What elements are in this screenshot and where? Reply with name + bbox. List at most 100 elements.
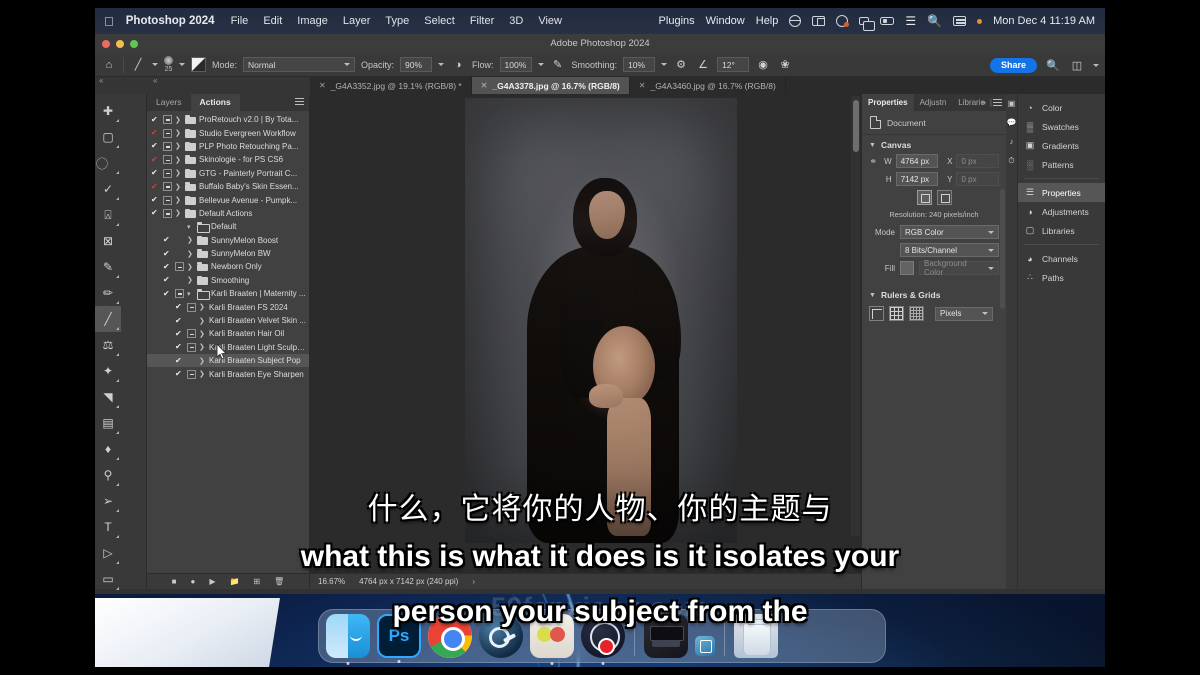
brush-tool[interactable]: ╱ [95,306,121,332]
close-icon[interactable]: ✕ [319,81,326,90]
chevron-right-icon[interactable]: ❯ [175,142,182,150]
screen-share-icon[interactable] [812,16,826,26]
menu-type[interactable]: Type [385,15,409,27]
menu-select[interactable]: Select [424,15,455,27]
collapse-actions-icon[interactable]: « [153,76,157,85]
smoothing-chevron-down-icon[interactable] [661,63,668,66]
action-dialog-toggle-icon[interactable] [163,155,172,165]
action-row[interactable]: ✔ ❯ PLP Photo Retouching Pa... [147,140,309,153]
action-enabled-checkmark-icon[interactable]: ✔ [151,182,160,191]
action-row[interactable]: ▾ Default [147,220,309,234]
action-enabled-checkmark-icon[interactable]: ✔ [163,289,172,298]
control-center-icon[interactable] [953,16,967,26]
action-dialog-toggle-icon[interactable] [187,356,196,365]
action-row[interactable]: ✔ ❯ SunnyMelon BW [147,247,309,260]
symmetry-butterfly-icon[interactable]: ❀ [777,57,793,73]
new-action-icon[interactable]: ⊞ [253,577,260,586]
lasso-tool[interactable]: ⃝ [95,150,121,176]
search-icon[interactable]: 🔍 [1045,57,1061,73]
landscape-orientation-icon[interactable] [936,190,952,205]
tab-adjustments[interactable]: Adjustn [914,94,953,111]
rulers-icon[interactable] [869,306,884,321]
delete-icon[interactable]: 🗑 [274,577,284,586]
home-icon[interactable]: ⌂ [101,57,117,73]
pressure-opacity-icon[interactable]: ◑ [450,57,466,73]
zoom-button[interactable] [130,39,138,48]
blend-mode-select[interactable]: Normal [243,57,356,72]
guides-icon[interactable] [909,306,924,321]
action-dialog-toggle-icon[interactable] [187,342,196,352]
opacity-chevron-down-icon[interactable] [438,63,445,66]
document-tab[interactable]: ✕ _G4A3460.jpg @ 16.7% (RGB/8) [629,77,786,94]
action-row[interactable]: ✔ ❯ Karli Braaten Eye Sharpen [147,367,309,380]
comments-icon[interactable]: 💬 [1007,118,1017,127]
tab-layers[interactable]: Layers [147,94,191,111]
spotlight-search-icon[interactable]: 🔍 [927,15,942,27]
chevron-right-icon[interactable]: ❯ [187,250,194,258]
action-enabled-checkmark-icon[interactable]: ✔ [175,356,184,365]
chevron-right-icon[interactable]: ❯ [175,183,182,191]
action-enabled-checkmark-icon[interactable]: ✔ [163,276,172,284]
smoothing-input[interactable]: 10% [623,57,656,72]
menu-help[interactable]: Help [756,15,779,27]
record-icon[interactable]: ● [191,577,196,586]
action-dialog-toggle-icon[interactable] [175,249,184,258]
action-row[interactable]: ✔ ❯ Karli Braaten Hair Oil [147,327,309,340]
action-enabled-checkmark-icon[interactable]: ✔ [151,169,160,177]
action-row[interactable]: ✔ ❯ Default Actions [147,207,309,220]
canvas-area[interactable]: 16.67% 4764 px x 7142 px (240 ppi) › [310,94,861,589]
menu-filter[interactable]: Filter [470,15,494,27]
flow-input[interactable]: 100% [499,57,532,72]
action-dialog-toggle-icon[interactable] [163,115,172,125]
action-enabled-checkmark-icon[interactable]: ✔ [163,262,172,271]
canvas-vertical-scrollbar[interactable] [851,96,860,536]
close-icon[interactable]: ✕ [481,81,488,90]
flow-chevron-down-icon[interactable] [537,63,544,66]
chevron-right-icon[interactable]: ❯ [199,330,206,338]
frame-tool[interactable]: ⊠ [95,228,121,254]
menu-edit[interactable]: Edit [263,15,282,27]
panel-menu-icon[interactable] [295,98,304,106]
height-input[interactable]: 7142 px [895,172,939,186]
units-select[interactable]: Pixels [935,306,993,321]
pen-tool[interactable]: ➢ [95,488,121,514]
action-row[interactable]: ✔ ❯ Karli Braaten FS 2024 [147,300,309,313]
action-row[interactable]: ✔ ❯ Skinologie - for PS CS6 [147,153,309,166]
menubar-app-name[interactable]: Photoshop 2024 [126,15,215,27]
wifi-icon[interactable]: ☰ [905,15,916,27]
action-dialog-toggle-icon[interactable] [187,302,196,312]
action-dialog-toggle-icon[interactable] [175,222,184,231]
action-enabled-checkmark-icon[interactable]: ✔ [175,316,184,325]
workspace-icon[interactable]: ◫ [1069,57,1085,73]
resolve-doc-icon[interactable] [695,636,715,656]
action-dialog-toggle-icon[interactable] [163,128,172,138]
chevron-right-icon[interactable]: ❯ [175,129,182,137]
spot-healing-brush-tool[interactable]: ✏ [95,280,121,306]
bit-depth-select[interactable]: 8 Bits/Channel [900,243,999,257]
action-dialog-toggle-icon[interactable] [163,208,172,218]
type-tool[interactable]: T [95,514,121,540]
chevron-right-icon[interactable]: ❯ [199,343,206,351]
brush-size-chevron-down-icon[interactable] [179,63,185,66]
action-row[interactable]: ✔ ▾ Karli Braaten | Maternity ... [147,287,309,301]
menu-file[interactable]: File [231,15,249,27]
action-enabled-checkmark-icon[interactable]: ✔ [151,129,160,137]
rulers-section-header[interactable]: ▼ Rulers & Grids [862,285,1006,303]
action-row[interactable]: ✔ ❯ Studio Evergreen Workflow [147,126,309,139]
document-tab-active[interactable]: ✕ _G4A3378.jpg @ 16.7% (RGB/8) [471,77,630,94]
action-enabled-checkmark-icon[interactable]: ✔ [175,370,184,378]
action-enabled-checkmark-icon[interactable]: ✔ [151,115,160,124]
collapse-panels-icon[interactable]: « [99,76,103,85]
gear-icon[interactable]: ⚙ [673,57,689,73]
blur-tool[interactable]: ♦ [95,436,121,462]
action-dialog-toggle-icon[interactable] [187,316,196,325]
move-tool[interactable]: ✚ [95,98,121,124]
color-mode-select[interactable]: RGB Color [900,225,999,239]
document-tab[interactable]: ✕ _G4A3352.jpg @ 19.1% (RGB/8) * [310,77,472,94]
menubar-clock[interactable]: Mon Dec 4 11:19 AM [993,15,1095,27]
chevron-right-icon[interactable]: › [472,577,475,586]
action-enabled-checkmark-icon[interactable]: ✔ [163,236,172,244]
rectangle-tool[interactable]: ▭ [95,566,121,592]
action-row[interactable]: ✔ ❯ Newborn Only [147,260,309,273]
action-enabled-checkmark-icon[interactable]: ✔ [163,249,172,258]
